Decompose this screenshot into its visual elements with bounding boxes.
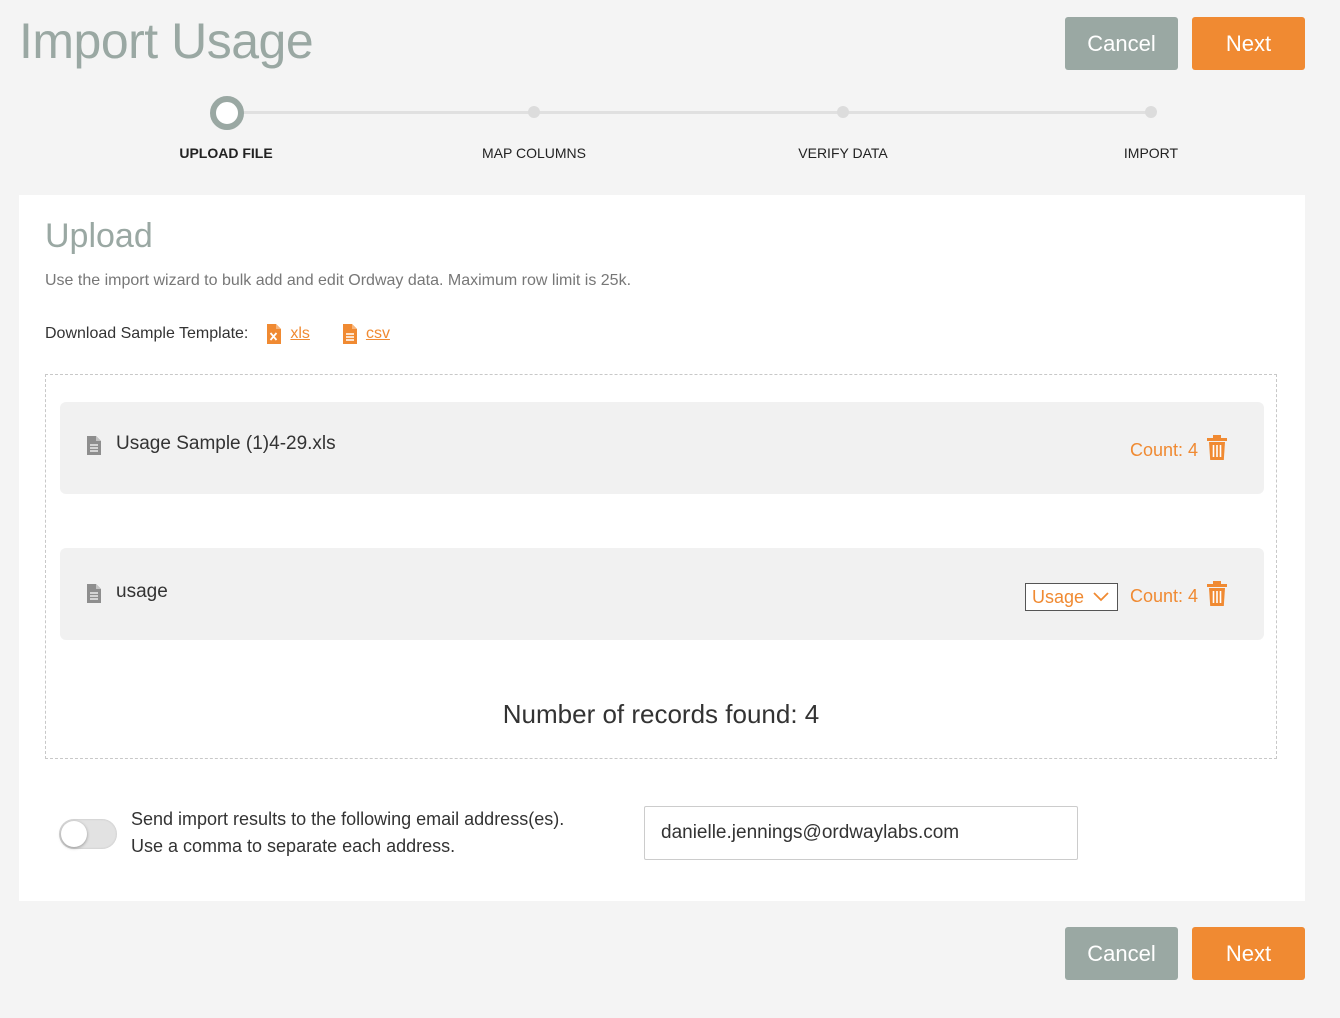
uploaded-file-row: Usage Sample (1)4-29.xls Count: 4 [60, 402, 1264, 494]
step-label-map-columns: MAP COLUMNS [482, 145, 586, 161]
step-label-upload-file: UPLOAD FILE [179, 145, 273, 161]
upload-title: Upload [45, 217, 153, 255]
csv-link-label: csv [365, 325, 390, 342]
email-results-toggle[interactable] [59, 819, 117, 849]
record-count: Count: 4 [1129, 586, 1198, 606]
sample-template-row: Download Sample Template: xls csv [45, 323, 390, 345]
trash-icon[interactable] [1206, 581, 1228, 607]
step-dot-verify-data [837, 106, 849, 118]
download-csv-link[interactable]: csv [342, 323, 390, 345]
step-dot-import [1145, 106, 1157, 118]
chevron-down-icon [1093, 592, 1109, 602]
download-xls-link[interactable]: xls [266, 323, 310, 345]
email-input[interactable] [644, 806, 1078, 860]
template-label: Download Sample Template: [45, 325, 249, 342]
email-label-line2: Use a comma to separate each address. [131, 836, 456, 856]
email-results-label: Send import results to the following ema… [131, 806, 564, 860]
toggle-knob [61, 821, 87, 847]
step-dot-map-columns [528, 106, 540, 118]
step-dot-upload-file [210, 96, 244, 130]
email-label-line1: Send import results to the following ema… [131, 809, 565, 829]
cancel-button[interactable]: Cancel [1065, 17, 1178, 70]
next-button[interactable]: Next [1192, 927, 1305, 980]
sheet-type-select[interactable]: Usage [1025, 583, 1118, 611]
sheet-name: usage [116, 581, 168, 602]
xls-link-label: xls [290, 325, 310, 342]
next-button[interactable]: Next [1192, 17, 1305, 70]
record-count: Count: 4 [1129, 440, 1198, 460]
sheet-type-value: Usage [1032, 586, 1085, 607]
stepper-track [226, 111, 1151, 114]
trash-icon[interactable] [1206, 435, 1228, 461]
upload-card: Upload Use the import wizard to bulk add… [19, 195, 1305, 901]
step-label-import: IMPORT [1123, 145, 1179, 161]
document-icon [87, 584, 101, 603]
file-name: Usage Sample (1)4-29.xls [116, 433, 336, 454]
records-found: Number of records found: 4 [502, 699, 820, 729]
page-title: Import Usage [19, 13, 314, 69]
document-icon [87, 436, 101, 455]
file-dropzone[interactable]: Usage Sample (1)4-29.xls Count: 4 usage … [45, 374, 1277, 759]
csv-file-icon [342, 324, 357, 344]
excel-file-icon [267, 324, 282, 344]
sheet-row: usage Usage Count: 4 [60, 548, 1264, 640]
cancel-button[interactable]: Cancel [1065, 927, 1178, 980]
upload-description: Use the import wizard to bulk add and ed… [45, 272, 632, 289]
step-label-verify-data: VERIFY DATA [798, 145, 888, 161]
